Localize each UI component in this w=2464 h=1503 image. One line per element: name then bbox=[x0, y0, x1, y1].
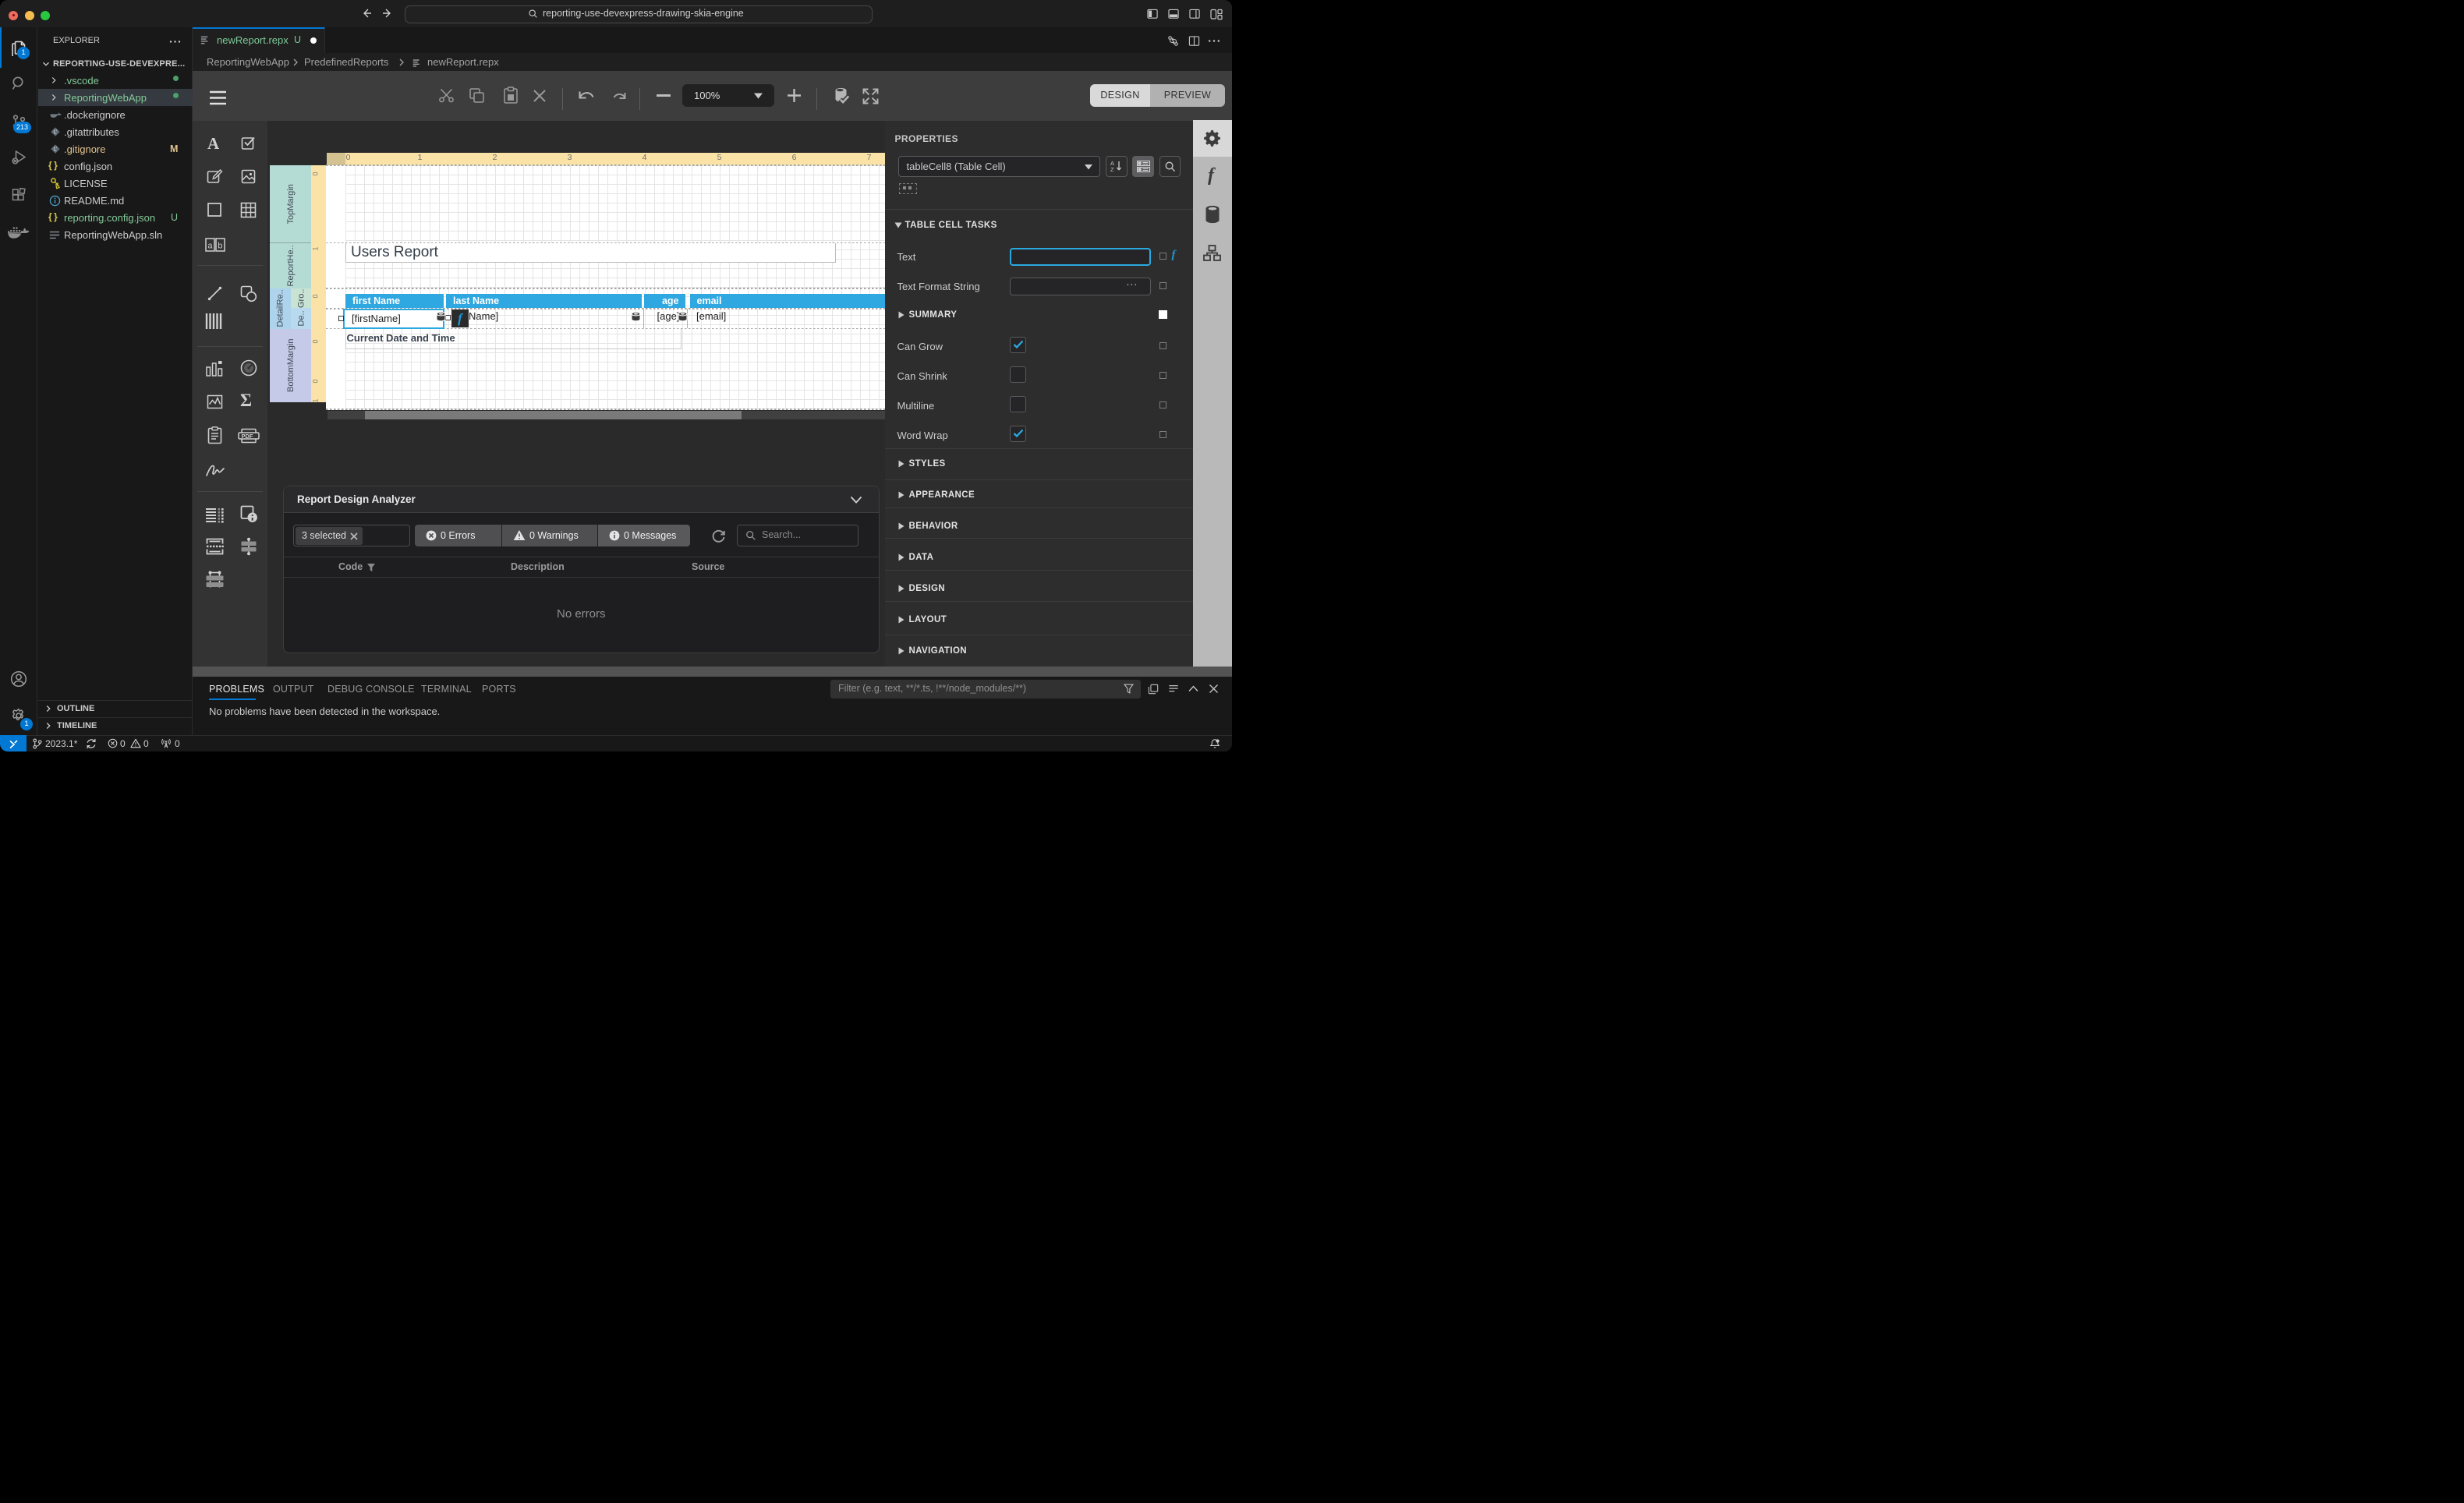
svg-text:Z: Z bbox=[1110, 166, 1114, 172]
svg-text:a: a bbox=[207, 242, 213, 251]
svg-text:b: b bbox=[218, 242, 222, 251]
svg-text:PDF: PDF bbox=[242, 433, 253, 440]
